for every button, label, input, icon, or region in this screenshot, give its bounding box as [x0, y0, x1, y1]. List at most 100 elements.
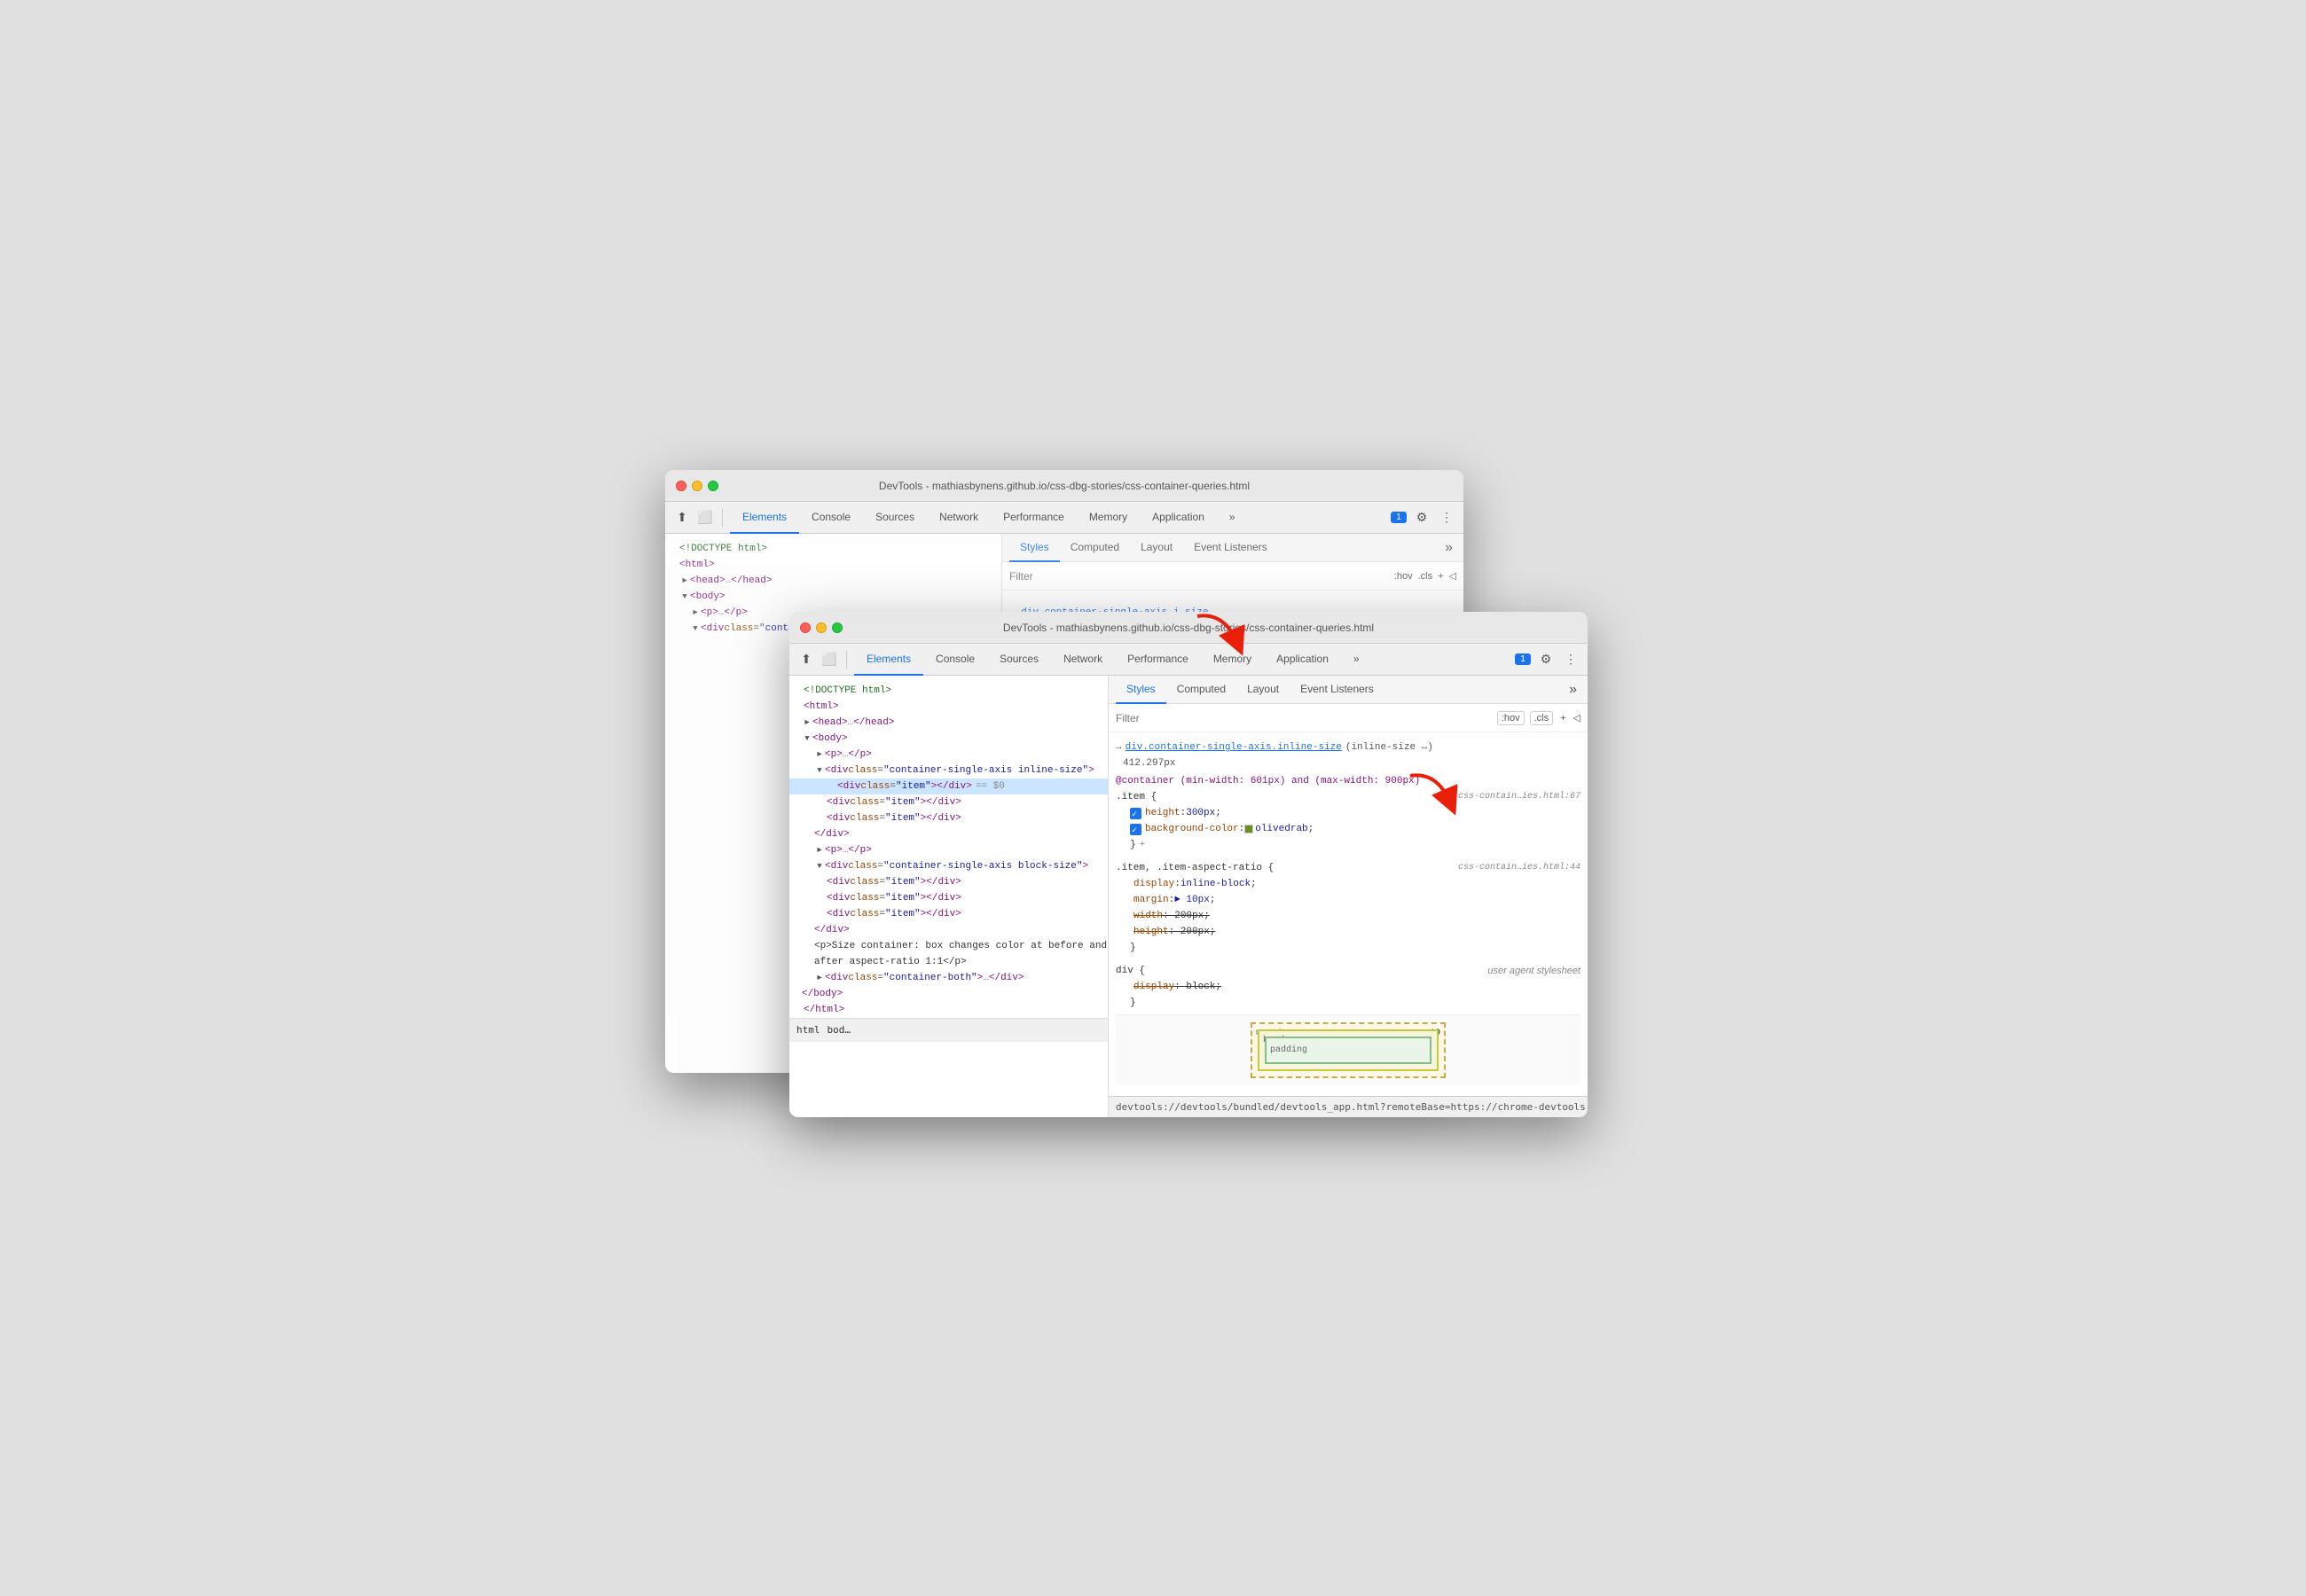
styles-tab-computed-back[interactable]: Computed: [1060, 534, 1130, 562]
styles-tab-computed-front[interactable]: Computed: [1166, 676, 1236, 704]
tab-memory-front[interactable]: Memory: [1201, 644, 1264, 676]
html-line: ► <head>…</head>: [789, 715, 1108, 731]
inspect-icon-front[interactable]: ⬜: [820, 650, 839, 669]
prop-checkbox-bgcolor[interactable]: [1130, 824, 1141, 835]
filter-input-back[interactable]: [1009, 570, 1387, 583]
main-toolbar-front: ⬆ ⬜ Elements Console Sources Network Per…: [789, 644, 1588, 676]
message-badge-back[interactable]: 1: [1391, 512, 1407, 523]
html-line: ► <head>…</head>: [665, 573, 1001, 589]
toolbar-right-front: 1 ⚙ ⋮: [1515, 650, 1580, 669]
add-prop-button[interactable]: +: [1140, 837, 1146, 853]
tab-sources-front[interactable]: Sources: [987, 644, 1051, 676]
styles-tab-listeners-back[interactable]: Event Listeners: [1183, 534, 1278, 562]
html-line: ► <div class="container-both">…</div>: [789, 970, 1108, 986]
close-button-front[interactable]: [800, 622, 811, 633]
tab-memory-back[interactable]: Memory: [1077, 502, 1140, 534]
html-line: <div class="item"></div>: [789, 810, 1108, 826]
tab-elements-front[interactable]: Elements: [854, 644, 923, 676]
html-line: after aspect-ratio 1:1</p>: [789, 954, 1108, 970]
css-prop-line: display : inline-block ;: [1116, 876, 1580, 892]
box-model-padding: padding: [1265, 1037, 1431, 1064]
css-element-selector[interactable]: div.container-single-axis.inline-size: [1126, 739, 1342, 755]
tab-application-front[interactable]: Application: [1264, 644, 1341, 676]
minimize-button[interactable]: [692, 481, 702, 491]
box-model-border: border - padding: [1258, 1029, 1439, 1071]
toolbar-divider: [722, 509, 723, 527]
html-line: ▼ <body>: [789, 731, 1108, 747]
html-panel-front[interactable]: <!DOCTYPE html> <html> ► <head>…</head> …: [789, 676, 1109, 1117]
styles-tab-layout-back[interactable]: Layout: [1130, 534, 1183, 562]
html-line: </div>: [789, 826, 1108, 842]
filter-actions-front: :hov .cls + ◁: [1497, 711, 1580, 725]
css-block-1: → div.container-single-axis.inline-size …: [1116, 739, 1580, 853]
settings-icon-back[interactable]: ⚙: [1412, 508, 1431, 528]
prop-checkbox-height[interactable]: [1130, 808, 1141, 819]
html-line: ▼ <div class="container-single-axis inli…: [789, 763, 1108, 778]
styles-tab-more-back[interactable]: »: [1441, 540, 1456, 556]
tab-performance-front[interactable]: Performance: [1115, 644, 1201, 676]
html-line: <html>: [665, 557, 1001, 573]
box-model: margin 10 border - padding: [1116, 1014, 1580, 1085]
main-area-front: <!DOCTYPE html> <html> ► <head>…</head> …: [789, 676, 1588, 1117]
tab-console-front[interactable]: Console: [923, 644, 987, 676]
cursor-icon-front[interactable]: ⬆: [796, 650, 816, 669]
css-prop-line: margin : ► 10px ;: [1116, 892, 1580, 908]
tab-bar-back: Elements Console Sources Network Perform…: [730, 502, 1387, 534]
css-at-rule: @container (min-width: 601px) and (max-w…: [1116, 773, 1580, 789]
css-prop-line-div: display : block;: [1116, 979, 1580, 995]
html-line: </div>: [789, 922, 1108, 938]
filter-actions-back: :hov .cls + ◁: [1394, 570, 1456, 582]
styles-tab-more-front[interactable]: »: [1565, 682, 1580, 698]
css-selector-row: → div.container-single-axis.inline-size …: [1116, 739, 1580, 755]
minimize-button-front[interactable]: [816, 622, 827, 633]
settings-icon-front[interactable]: ⚙: [1536, 650, 1556, 669]
tab-more-front[interactable]: »: [1341, 644, 1372, 676]
styles-tab-listeners-front[interactable]: Event Listeners: [1290, 676, 1384, 704]
html-line: <html>: [789, 699, 1108, 715]
css-size-value: 412.297px: [1116, 755, 1580, 771]
styles-tab-styles-back[interactable]: Styles: [1009, 534, 1060, 562]
traffic-lights-front[interactable]: [800, 622, 843, 633]
window-title-back: DevTools - mathiasbynens.github.io/css-d…: [879, 480, 1250, 492]
html-line: ▼ <body>: [665, 589, 1001, 605]
tab-sources-back[interactable]: Sources: [863, 502, 927, 534]
css-content-front[interactable]: → div.container-single-axis.inline-size …: [1109, 732, 1588, 1096]
css-prop-line: background-color : olivedrab ;: [1116, 821, 1580, 837]
css-prop-line-strikethrough2: height : 200px;: [1116, 924, 1580, 940]
styles-tabs-back: Styles Computed Layout Event Listeners »: [1002, 534, 1463, 562]
tab-elements-back[interactable]: Elements: [730, 502, 799, 534]
tab-network-front[interactable]: Network: [1051, 644, 1115, 676]
html-line: ▼ <div class="container-single-axis bloc…: [789, 858, 1108, 874]
message-badge-front[interactable]: 1: [1515, 653, 1531, 665]
tab-network-back[interactable]: Network: [927, 502, 991, 534]
html-line: <!DOCTYPE html>: [789, 683, 1108, 699]
color-swatch-olivedrab[interactable]: [1244, 825, 1253, 833]
main-toolbar-back: ⬆ ⬜ Elements Console Sources Network Per…: [665, 502, 1463, 534]
inspect-icon[interactable]: ⬜: [695, 508, 715, 528]
styles-panel-front: Styles Computed Layout Event Listeners »…: [1109, 676, 1588, 1117]
tab-console-back[interactable]: Console: [799, 502, 863, 534]
filter-input-front[interactable]: [1116, 712, 1490, 724]
styles-tab-styles-front[interactable]: Styles: [1116, 676, 1166, 704]
cursor-icon[interactable]: ⬆: [672, 508, 692, 528]
html-line: <div class="item"></div>: [789, 890, 1108, 906]
html-line: <div class="item"></div>: [789, 874, 1108, 890]
tab-more-back[interactable]: »: [1217, 502, 1248, 534]
html-selected-line[interactable]: <div class="item"></div> == $0: [789, 778, 1108, 794]
close-button[interactable]: [676, 481, 686, 491]
maximize-button[interactable]: [708, 481, 718, 491]
css-source-link[interactable]: css-contain…ies.html:67: [1458, 789, 1580, 805]
tab-application-back[interactable]: Application: [1140, 502, 1217, 534]
box-model-margin: margin 10 border - padding: [1251, 1022, 1446, 1078]
styles-tab-layout-front[interactable]: Layout: [1236, 676, 1290, 704]
more-options-icon-back[interactable]: ⋮: [1437, 508, 1456, 528]
filter-bar-front: :hov .cls + ◁: [1109, 704, 1588, 732]
tab-bar-front: Elements Console Sources Network Perform…: [854, 644, 1511, 676]
maximize-button-front[interactable]: [832, 622, 843, 633]
css-source-link2[interactable]: css-contain…ies.html:44: [1458, 860, 1580, 876]
tab-performance-back[interactable]: Performance: [991, 502, 1077, 534]
filter-bar-back: :hov .cls + ◁: [1002, 562, 1463, 591]
more-options-icon-front[interactable]: ⋮: [1561, 650, 1580, 669]
html-line: </html>: [789, 1002, 1108, 1018]
traffic-lights-back[interactable]: [676, 481, 718, 491]
